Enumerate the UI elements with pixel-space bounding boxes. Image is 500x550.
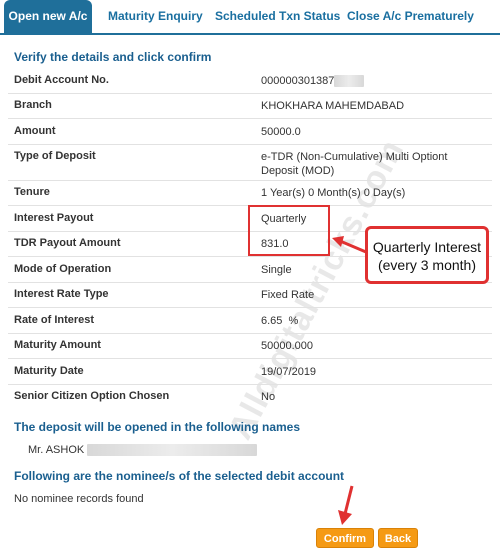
- label-amount: Amount: [14, 125, 56, 137]
- value-type-of-deposit: e-TDR (Non-Cumulative) Multi Optiont Dep…: [261, 151, 448, 177]
- masked-digits: [334, 75, 365, 88]
- names-heading: The deposit will be opened in the follow…: [14, 420, 301, 434]
- value-branch: KHOKHARA MAHEMDABAD: [261, 100, 405, 112]
- tab-open-new-account[interactable]: Open new A/c: [4, 0, 92, 33]
- tab-bar: Open new A/c Maturity Enquiry Scheduled …: [0, 0, 500, 35]
- row-divider: [8, 144, 492, 145]
- nominee-text: No nominee records found: [14, 493, 144, 505]
- label-interest-payout: Interest Payout: [14, 212, 94, 224]
- value-maturity-amount: 50000.000: [261, 340, 313, 352]
- confirm-arrow: [338, 485, 354, 525]
- nominee-heading: Following are the nominee/s of the selec…: [14, 469, 345, 483]
- value-debit-account: 000000301387: [261, 74, 486, 88]
- row-divider: [8, 333, 492, 334]
- verify-heading: Verify the details and click confirm: [14, 50, 212, 64]
- row-divider: [8, 93, 492, 94]
- label-maturity-date: Maturity Date: [14, 365, 84, 377]
- label-interest-rate-type: Interest Rate Type: [14, 288, 109, 300]
- tab-underline: [0, 33, 500, 35]
- row-divider: [8, 180, 492, 181]
- row-divider: [8, 118, 492, 119]
- callout-line-2: (every 3 month): [377, 257, 477, 273]
- label-maturity-amount: Maturity Amount: [14, 339, 101, 351]
- value-rate-of-interest: 6.65 %: [261, 315, 299, 327]
- masked-name: [87, 444, 258, 457]
- tab-scheduled-txn-status[interactable]: Scheduled Txn Status: [215, 0, 340, 33]
- row-divider: [8, 384, 492, 385]
- label-type-of-deposit: Type of Deposit: [14, 150, 96, 162]
- value-senior-citizen: No: [261, 391, 276, 403]
- label-senior-citizen: Senior Citizen Option Chosen: [14, 390, 170, 402]
- value-maturity-date: 19/07/2019: [261, 366, 317, 378]
- value-amount: 50000.0: [261, 126, 301, 138]
- label-tenure: Tenure: [14, 186, 50, 198]
- label-mode-of-operation: Mode of Operation: [14, 263, 112, 275]
- confirm-button[interactable]: Confirm: [316, 528, 374, 548]
- row-divider: [8, 307, 492, 308]
- account-holder-name: Mr. ASHOK: [28, 444, 258, 457]
- label-rate-of-interest: Rate of Interest: [14, 314, 95, 326]
- label-tdr-payout-amount: TDR Payout Amount: [14, 237, 121, 249]
- annotation-callout: Quarterly Interest (every 3 month): [365, 226, 489, 284]
- value-tenure: 1 Year(s) 0 Month(s) 0 Day(s): [261, 187, 406, 199]
- label-debit-account: Debit Account No.: [14, 74, 109, 86]
- tab-maturity-enquiry[interactable]: Maturity Enquiry: [108, 0, 203, 33]
- highlight-box: [248, 205, 330, 256]
- value-interest-rate-type: Fixed Rate: [261, 289, 315, 301]
- tab-close-account-prematurely[interactable]: Close A/c Prematurely: [347, 0, 474, 33]
- callout-arrow: [332, 236, 367, 254]
- back-button[interactable]: Back: [378, 528, 418, 548]
- label-branch: Branch: [14, 99, 52, 111]
- callout-line-1: Quarterly Interest: [372, 239, 482, 255]
- row-divider: [8, 358, 492, 359]
